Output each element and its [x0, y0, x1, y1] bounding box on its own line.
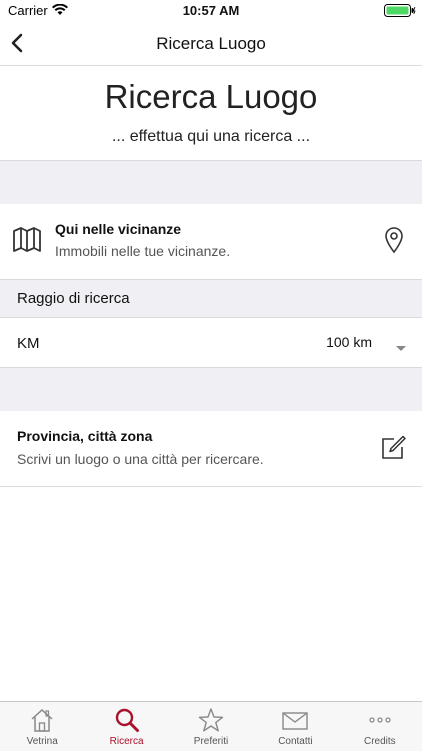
navigation-bar: Ricerca Luogo	[0, 22, 422, 66]
tab-label: Preferiti	[193, 736, 229, 747]
tab-preferiti[interactable]: Preferiti	[169, 702, 253, 751]
tab-label: Credits	[363, 736, 396, 747]
star-icon	[198, 708, 224, 732]
tab-contatti[interactable]: Contatti	[253, 702, 337, 751]
tab-bar: Vetrina Ricerca Preferiti Contatti Credi…	[0, 701, 422, 751]
radius-select-row[interactable]: KM 100 km	[0, 318, 422, 366]
page-subtitle: ... effettua qui una ricerca ...	[111, 128, 311, 145]
location-title: Provincia, città zona	[17, 428, 153, 444]
section-spacer	[0, 367, 422, 412]
location-search-row[interactable]: Provincia, città zona Scrivi un luogo o …	[0, 411, 422, 487]
battery-icon	[384, 4, 416, 22]
map-icon	[12, 226, 42, 256]
tab-label: Contatti	[278, 736, 313, 747]
house-icon	[31, 708, 53, 732]
nearby-search-row[interactable]: Qui nelle vicinanze Immobili nelle tue v…	[0, 204, 422, 280]
tab-label: Vetrina	[26, 736, 58, 747]
nearby-subtitle: Immobili nelle tue vicinanze.	[55, 243, 231, 259]
page-title: Ricerca Luogo	[104, 78, 318, 115]
radius-unit-label: KM	[17, 335, 40, 352]
page-header: Ricerca Luogo ... effettua qui una ricer…	[0, 66, 422, 160]
search-icon	[115, 708, 139, 732]
location-subtitle: Scrivi un luogo o una città per ricercar…	[17, 451, 264, 467]
nearby-title: Qui nelle vicinanze	[55, 221, 182, 237]
tab-ricerca[interactable]: Ricerca	[84, 702, 168, 751]
nav-title: Ricerca Luogo	[156, 34, 266, 53]
clock: 10:57 AM	[182, 3, 240, 18]
caret-down-icon[interactable]	[395, 339, 407, 357]
radius-section-label: Raggio di ricerca	[17, 290, 130, 307]
radius-section-header: Raggio di ricerca	[0, 280, 422, 318]
tab-label: Ricerca	[109, 736, 144, 747]
location-pin-icon[interactable]	[384, 226, 404, 259]
ellipsis-icon	[369, 717, 391, 723]
radius-selected-value[interactable]: 100 km	[326, 334, 372, 350]
tab-vetrina[interactable]: Vetrina	[0, 702, 84, 751]
status-bar: Carrier 10:57 AM	[0, 0, 422, 22]
section-spacer	[0, 160, 422, 205]
tab-credits[interactable]: Credits	[338, 702, 422, 751]
envelope-icon	[282, 712, 309, 730]
edit-icon[interactable]	[380, 435, 406, 466]
